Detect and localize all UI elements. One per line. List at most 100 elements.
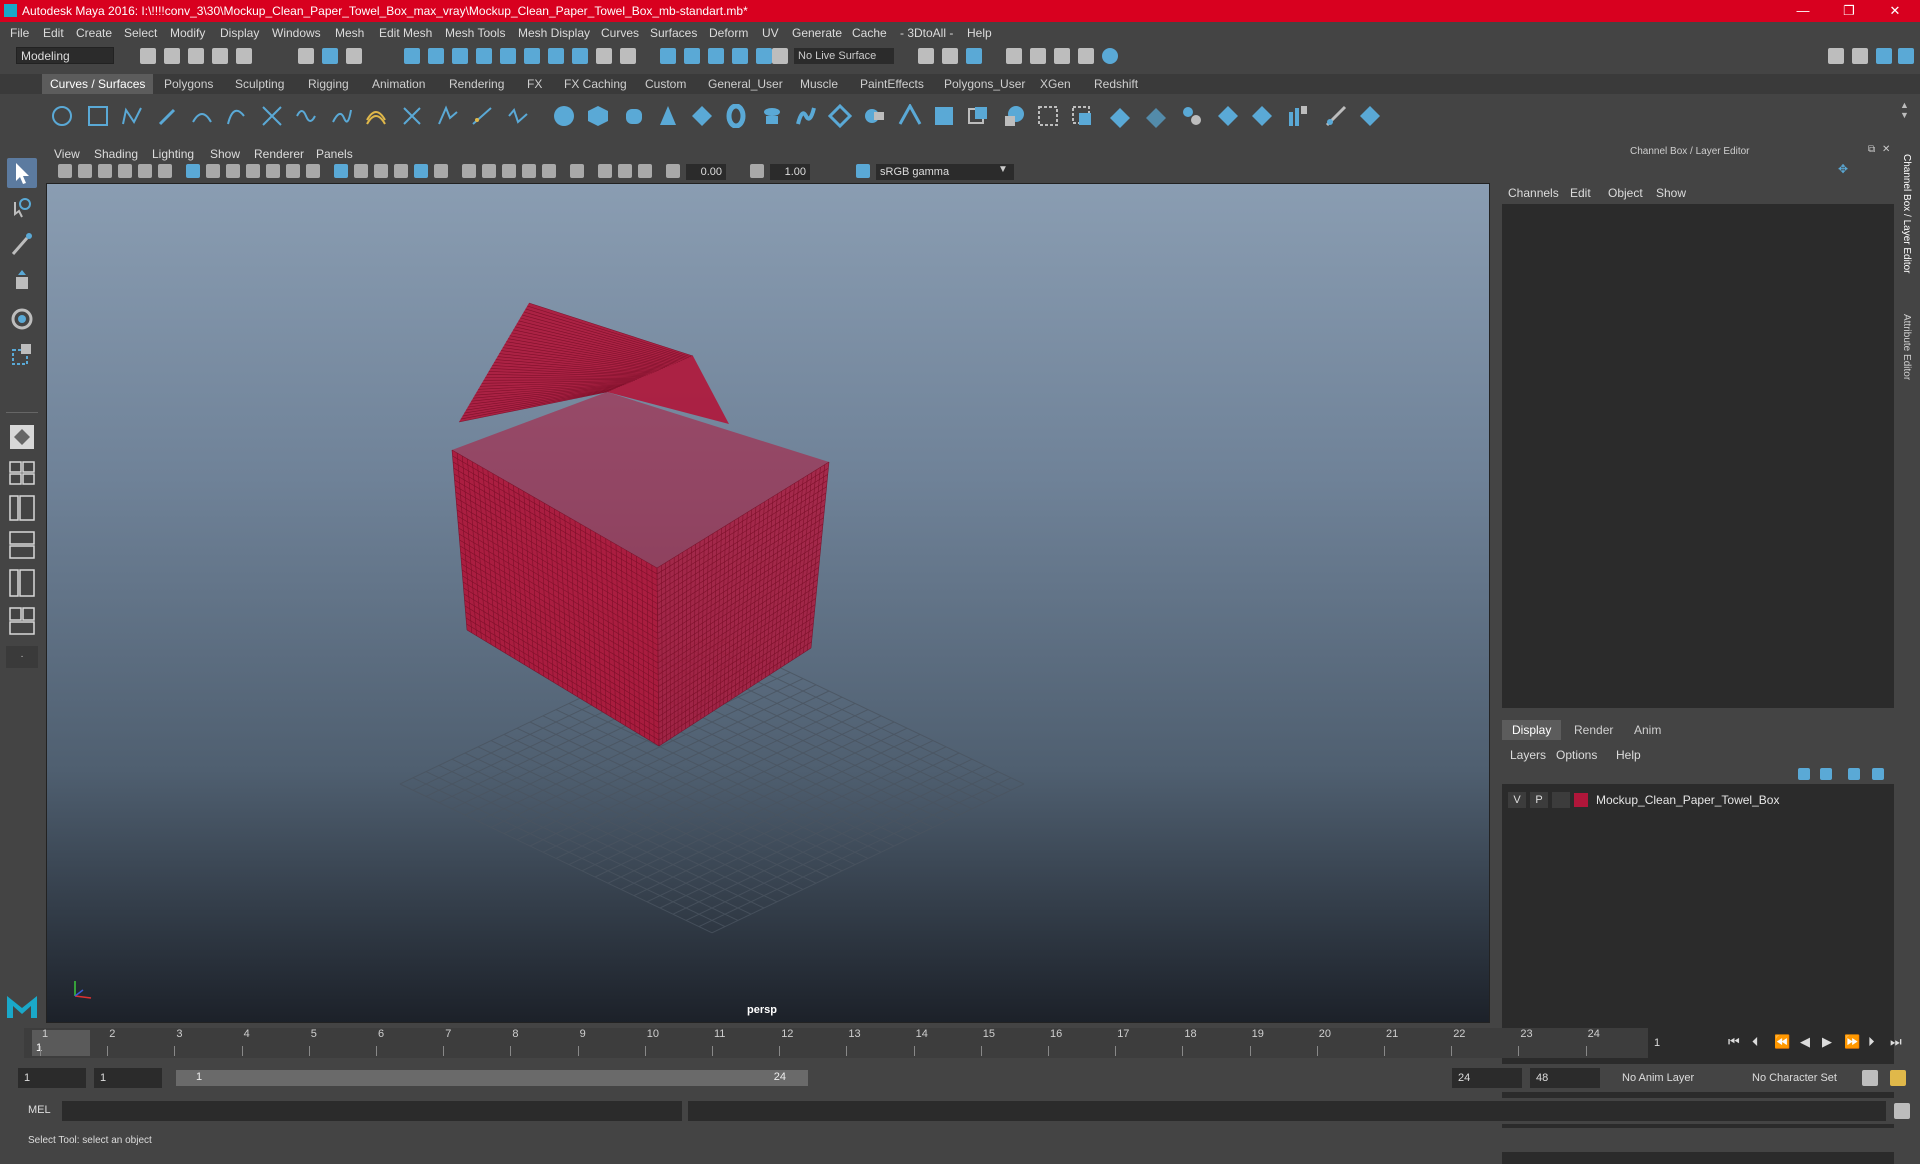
revolve-icon[interactable] [760,104,784,128]
toggle-panels-icon[interactable] [1852,48,1868,64]
menu-select[interactable]: Select [124,26,157,40]
menu-3dtoall[interactable]: - 3DtoAll - [900,26,953,40]
menu-windows[interactable]: Windows [272,26,321,40]
open-close-icon[interactable] [1286,104,1310,128]
mode-selector[interactable]: Modeling [16,47,114,64]
input-ops-icon[interactable] [660,48,676,64]
snap-together-icon[interactable] [732,48,748,64]
time-slider[interactable]: 1 12345678910111213141516171819202122232… [24,1028,1648,1058]
nurbs-circle-icon[interactable] [50,104,74,128]
cv-curve-icon[interactable] [120,104,144,128]
detach-curve-icon[interactable] [330,104,354,128]
menu-edit-mesh[interactable]: Edit Mesh [379,26,432,40]
color-management-icon[interactable] [856,164,870,178]
extend-curve-icon[interactable] [470,104,494,128]
nurbs-square-icon[interactable] [86,104,110,128]
tab-xgen[interactable]: XGen [1040,77,1071,91]
align-surface-icon[interactable] [1250,104,1274,128]
shadows-icon[interactable] [482,164,496,178]
float-panel-icon[interactable]: ⧉ [1868,144,1875,155]
smooth-shade-icon[interactable] [354,164,368,178]
snap-point-icon[interactable] [452,48,468,64]
rotate-tool-icon[interactable] [7,304,37,334]
untrim-icon[interactable] [1144,104,1168,128]
command-language[interactable]: MEL [28,1104,51,1116]
channel-box-area[interactable] [1502,204,1894,708]
construction-history-icon[interactable] [708,48,724,64]
outliner-layout-icon[interactable] [7,606,37,636]
grease-pencil-icon[interactable] [158,164,172,178]
output-ops-icon[interactable] [684,48,700,64]
gamma-field[interactable]: 1.00 [770,164,810,180]
render-camera-icon[interactable] [1078,48,1094,64]
menu-mesh-display[interactable]: Mesh Display [518,26,590,40]
render-region-icon[interactable] [918,48,934,64]
attribute-toggle-icon[interactable] [1898,48,1914,64]
open-scene-icon[interactable] [164,48,180,64]
move-tool-icon[interactable] [7,268,37,298]
motion-blur-icon[interactable] [522,164,536,178]
detach-surface-icon[interactable] [1216,104,1240,128]
textured-icon[interactable] [434,164,448,178]
menu-mesh[interactable]: Mesh [335,26,364,40]
tab-muscle[interactable]: Muscle [800,77,838,91]
magnet-icon[interactable] [772,48,788,64]
step-forward-key-icon[interactable]: ⏩ [1844,1034,1860,1050]
menu-surfaces[interactable]: Surfaces [650,26,697,40]
menu-cache[interactable]: Cache [852,26,887,40]
snap-view-plane-icon[interactable] [476,48,492,64]
trim-tool-icon[interactable] [1108,104,1132,128]
tab-polygons[interactable]: Polygons [164,77,213,91]
tab-painteffects[interactable]: PaintEffects [860,77,924,91]
render-view-icon[interactable] [942,48,958,64]
tab-curves-surfaces[interactable]: Curves / Surfaces [42,74,154,94]
new-scene-icon[interactable] [140,48,156,64]
vp-menu-renderer[interactable]: Renderer [254,147,304,161]
snap-live-icon[interactable] [500,48,516,64]
current-frame-field[interactable]: 1 [1650,1034,1716,1052]
intersect-curve-icon[interactable] [260,104,284,128]
tab-render[interactable]: Render [1574,723,1613,737]
move-layer-down-icon[interactable] [1820,768,1832,780]
surface-editing-icon[interactable] [1358,104,1382,128]
tab-display[interactable]: Display [1502,720,1562,740]
go-to-end-icon[interactable]: ⏭ [1890,1034,1902,1050]
nurbs-cylinder-icon[interactable] [622,104,646,128]
tab-rigging[interactable]: Rigging [308,77,349,91]
2d-pan-zoom-icon[interactable] [138,164,152,178]
vp-menu-show[interactable]: Show [210,147,240,161]
loft-icon[interactable] [794,104,818,128]
menu-modify[interactable]: Modify [170,26,205,40]
animation-end-field[interactable]: 48 [1530,1068,1600,1088]
menu-file[interactable]: File [10,26,29,40]
vp-menu-panels[interactable]: Panels [316,147,353,161]
minimize-button[interactable]: — [1780,0,1826,22]
layer-display-type-toggle[interactable] [1552,792,1570,808]
go-to-start-icon[interactable]: ⏮ [1728,1034,1740,1050]
close-panel-icon[interactable]: ✕ [1882,144,1890,155]
playback-start-field[interactable]: 1 [94,1068,162,1088]
snap-3-icon[interactable] [548,48,564,64]
layer-menu-options[interactable]: Options [1556,748,1597,762]
new-layer-selected-icon[interactable] [1872,768,1884,780]
more-layouts-icon[interactable]: · [6,646,38,668]
color-space-select[interactable]: sRGB gamma [876,164,1014,180]
manipulator-icon[interactable]: ✥ [1838,162,1848,176]
birail-icon[interactable] [898,104,922,128]
tab-fx[interactable]: FX [527,77,542,91]
new-layer-icon[interactable] [1848,768,1860,780]
intersect-surface-icon[interactable] [1070,104,1094,128]
play-forward-icon[interactable]: ▶ [1822,1034,1832,1050]
select-hierarchy-icon[interactable] [298,48,314,64]
live-surface-field[interactable]: No Live Surface [794,48,894,64]
rebuild-curve-icon[interactable] [436,104,460,128]
save-scene-icon[interactable] [188,48,204,64]
select-component-icon[interactable] [346,48,362,64]
redo-icon[interactable] [236,48,252,64]
layer-visibility-toggle[interactable]: V [1508,792,1526,808]
layer-menu-help[interactable]: Help [1616,748,1641,762]
step-back-frame-icon[interactable]: ⏴ [1752,1034,1759,1050]
vp-menu-shading[interactable]: Shading [94,147,138,161]
nurbs-sphere-icon[interactable] [552,104,576,128]
xray-active-icon[interactable] [618,164,632,178]
